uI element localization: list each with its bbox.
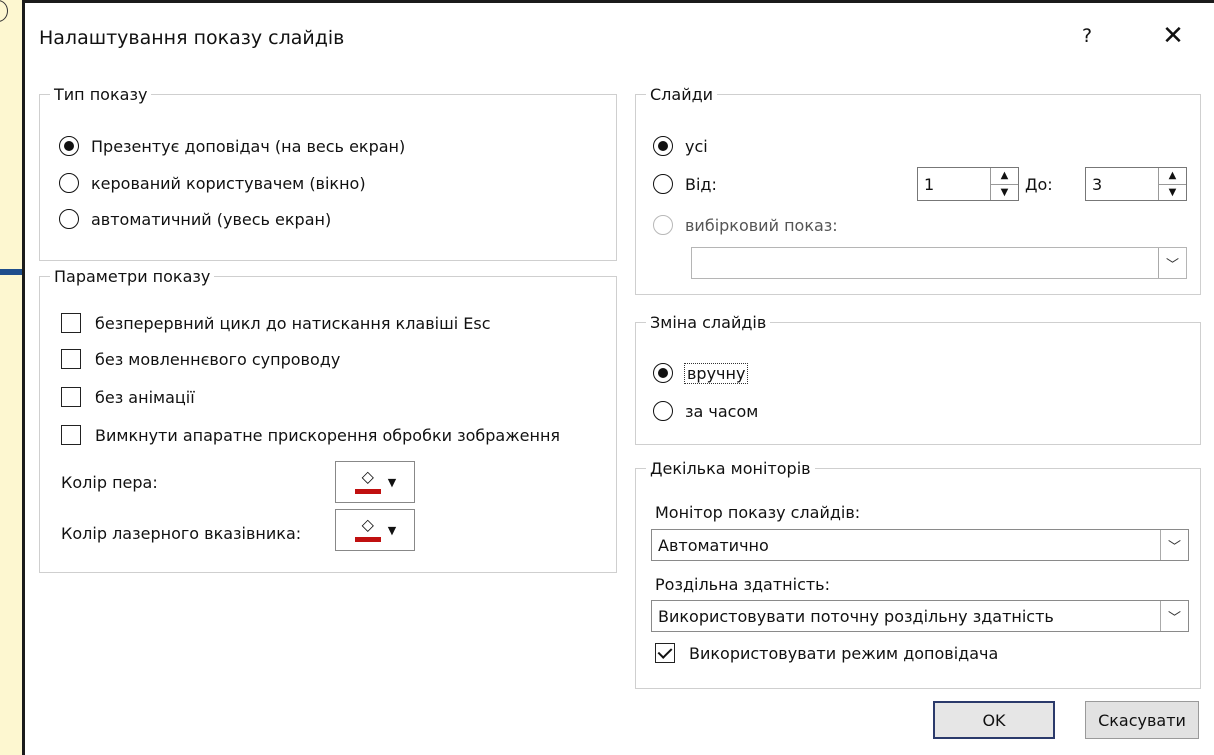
- dialog-title: Налаштування показу слайдів: [39, 27, 345, 49]
- advance-timings[interactable]: за часом: [653, 401, 758, 421]
- from-label: Від:: [685, 174, 717, 194]
- pen-color-label: Колір пера:: [61, 473, 158, 492]
- paint-bucket-icon: ◇: [354, 467, 382, 497]
- radio-custom-show[interactable]: [653, 215, 673, 235]
- slides-from[interactable]: Від:: [653, 174, 717, 194]
- checkbox-disable-hw-accel[interactable]: [61, 425, 81, 445]
- custom-show-select[interactable]: ﹀: [691, 247, 1187, 279]
- dropdown-arrow-icon: ▼: [387, 475, 397, 489]
- disable-hw-accel-label: Вимкнути апаратне прискорення обробки зо…: [95, 425, 561, 445]
- paint-bucket-icon: ◇: [354, 515, 382, 545]
- cancel-button[interactable]: Скасувати: [1085, 701, 1199, 739]
- from-spinner[interactable]: 1 ▲ ▼: [917, 167, 1019, 201]
- title-bar: Налаштування показу слайдів ? ✕: [25, 3, 1214, 65]
- close-button[interactable]: ✕: [1158, 21, 1188, 51]
- radio-timings[interactable]: [653, 401, 673, 421]
- help-button[interactable]: ?: [1072, 21, 1102, 51]
- presenter-view-label: Використовувати режим доповідача: [689, 643, 999, 663]
- timings-label: за часом: [685, 401, 759, 421]
- window-label: керований користувачем (вікно): [91, 173, 366, 193]
- monitor-label: Монітор показу слайдів:: [655, 503, 861, 522]
- show-type-window[interactable]: керований користувачем (вікно): [59, 173, 366, 193]
- dropdown-arrow-icon: ▼: [387, 523, 397, 537]
- radio-kiosk[interactable]: [59, 209, 79, 229]
- spin-down-icon[interactable]: ▼: [991, 185, 1018, 201]
- advance-legend: Зміна слайдів: [650, 313, 767, 332]
- monitor-value: Автоматично: [658, 535, 769, 555]
- radio-manual[interactable]: [653, 363, 673, 383]
- resolution-value: Використовувати поточну роздільну здатні…: [658, 606, 1054, 626]
- radio-all-slides[interactable]: [653, 136, 673, 156]
- ok-button[interactable]: OK: [933, 701, 1055, 739]
- loop-label: безперервний цикл до натискання клавіші …: [95, 313, 491, 333]
- option-disable-hw-accel[interactable]: Вимкнути апаратне прискорення обробки зо…: [61, 425, 560, 445]
- slides-legend: Слайди: [650, 85, 714, 104]
- option-no-animation[interactable]: без анімації: [61, 387, 195, 407]
- to-label: До:: [1025, 175, 1053, 194]
- slides-custom-show[interactable]: вибірковий показ:: [653, 215, 838, 235]
- resolution-select[interactable]: Використовувати поточну роздільну здатні…: [651, 600, 1189, 632]
- spin-up-icon[interactable]: ▲: [991, 168, 1018, 185]
- laser-color-swatch: [354, 537, 381, 542]
- show-type-presenter[interactable]: Презентує доповідач (на весь екран): [59, 136, 405, 156]
- custom-show-label: вибірковий показ:: [685, 215, 838, 235]
- option-loop[interactable]: безперервний цикл до натискання клавіші …: [61, 313, 491, 333]
- slide-show-settings-dialog: Налаштування показу слайдів ? ✕ Тип пока…: [22, 0, 1214, 755]
- checkbox-loop[interactable]: [61, 313, 81, 333]
- no-narration-label: без мовленнєвого супроводу: [95, 349, 341, 369]
- from-spin-arrows[interactable]: ▲ ▼: [990, 168, 1018, 200]
- checkbox-presenter-view[interactable]: [655, 643, 675, 663]
- show-type-legend: Тип показу: [54, 85, 148, 104]
- to-value[interactable]: 3: [1086, 175, 1158, 194]
- show-options-legend: Параметри показу: [54, 267, 211, 286]
- checkbox-no-animation[interactable]: [61, 387, 81, 407]
- laser-color-label: Колір лазерного вказівника:: [61, 524, 302, 543]
- option-no-narration[interactable]: без мовленнєвого супроводу: [61, 349, 340, 369]
- monitor-select[interactable]: Автоматично ﹀: [651, 529, 1189, 561]
- chevron-down-icon[interactable]: ﹀: [1158, 248, 1186, 278]
- radio-window[interactable]: [59, 173, 79, 193]
- radio-from-to[interactable]: [653, 174, 673, 194]
- checkbox-no-narration[interactable]: [61, 349, 81, 369]
- circle-fragment: [0, 0, 8, 22]
- kiosk-label: автоматичний (увесь екран): [91, 209, 332, 229]
- slides-all[interactable]: усі: [653, 136, 708, 156]
- no-animation-label: без анімації: [95, 387, 195, 407]
- monitors-legend: Декілька моніторів: [650, 459, 811, 478]
- laser-color-button[interactable]: ◇ ▼: [335, 509, 415, 551]
- radio-presenter[interactable]: [59, 136, 79, 156]
- manual-label: вручну: [683, 362, 749, 384]
- to-spinner[interactable]: 3 ▲ ▼: [1085, 167, 1187, 201]
- presenter-view-option[interactable]: Використовувати режим доповідача: [655, 643, 998, 663]
- background-strip: [0, 0, 22, 755]
- from-value[interactable]: 1: [918, 175, 990, 194]
- show-type-kiosk[interactable]: автоматичний (увесь екран): [59, 209, 331, 229]
- spin-up-icon[interactable]: ▲: [1159, 168, 1186, 185]
- spin-down-icon[interactable]: ▼: [1159, 185, 1186, 201]
- advance-manual[interactable]: вручну: [653, 362, 749, 384]
- all-slides-label: усі: [685, 136, 708, 156]
- pen-color-swatch: [354, 489, 381, 494]
- presenter-label: Презентує доповідач (на весь екран): [91, 136, 406, 156]
- chevron-down-icon[interactable]: ﹀: [1160, 530, 1188, 560]
- chevron-down-icon[interactable]: ﹀: [1160, 601, 1188, 631]
- pen-color-button[interactable]: ◇ ▼: [335, 461, 415, 503]
- resolution-label: Роздільна здатність:: [655, 575, 830, 594]
- to-spin-arrows[interactable]: ▲ ▼: [1158, 168, 1186, 200]
